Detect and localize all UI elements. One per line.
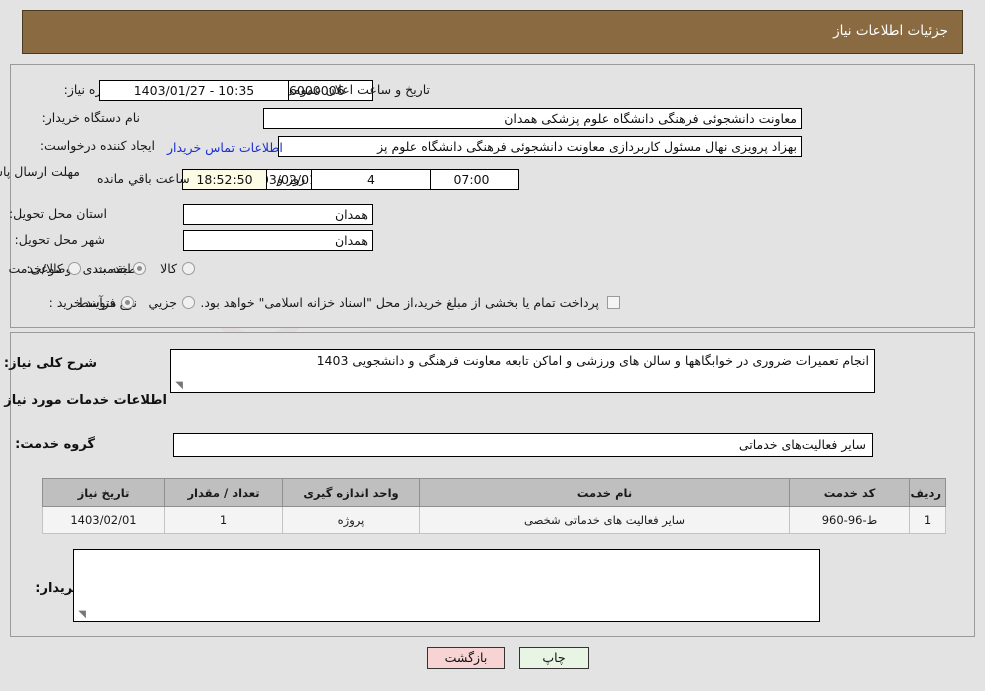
resize-grip-icon-notes[interactable]: ◥ xyxy=(76,610,86,620)
cell-unit: پروژه xyxy=(282,506,420,534)
process-type-radio-group: جزیي متوسط xyxy=(63,295,195,310)
buyer-org-label: نام دستگاه خریدار: xyxy=(41,110,140,125)
services-table: ردیف کد خدمت نام خدمت واحد اندازه گیری ت… xyxy=(42,478,946,534)
radio-motavasset[interactable] xyxy=(121,296,135,309)
radio-kala-khedmat-label: کالا/خدمت xyxy=(8,261,63,276)
table-row: 1 ط-96-960 سایر فعالیت های خدماتی شخصی پ… xyxy=(42,506,946,534)
radio-kala[interactable] xyxy=(182,262,195,275)
page-header: جزئیات اطلاعات نیاز xyxy=(22,10,963,54)
treasury-checkbox[interactable] xyxy=(607,296,620,309)
countdown-suffix-label: ساعت باقي مانده xyxy=(97,171,190,186)
table-header-row: ردیف کد خدمت نام خدمت واحد اندازه گیری ت… xyxy=(42,478,946,507)
th-unit: واحد اندازه گیری xyxy=(282,478,420,507)
description-textarea[interactable]: انجام تعمیرات ضروری در خوابگاهها و سالن … xyxy=(170,349,875,393)
description-label: شرح کلی نیاز: xyxy=(3,356,97,371)
radio-khedmat[interactable] xyxy=(133,262,147,275)
back-button[interactable]: بازگشت xyxy=(427,647,505,669)
radio-jozii[interactable] xyxy=(182,296,195,309)
deadline-label: مهلت ارسال پاسخ: تا تاریخ: xyxy=(0,164,80,179)
classification-radio-group: کالا خدمت کالا/خدمت xyxy=(0,261,195,276)
cell-row: 1 xyxy=(909,506,946,534)
service-group-value: سایر فعالیت‌های خدماتی xyxy=(173,433,873,457)
city-value: همدان xyxy=(183,230,373,251)
service-group-label: گروه خدمت: xyxy=(15,437,95,452)
treasury-note-label: پرداخت تمام یا بخشی از مبلغ خرید،از محل … xyxy=(200,295,599,310)
radio-jozii-label: جزیي xyxy=(148,295,177,310)
province-label-wrap: استان محل تحویل: xyxy=(5,206,107,221)
creator-label: ایجاد کننده درخواست: xyxy=(39,138,155,153)
buyer-org-label-wrap: نام دستگاه خریدار: xyxy=(38,110,140,125)
radio-motavasset-label: متوسط xyxy=(77,295,117,310)
public-announce-label-wrap: تاریخ و ساعت اعلان عمومی: xyxy=(275,82,430,97)
th-name: نام خدمت xyxy=(419,478,790,507)
countdown-timer: 18:52:50 xyxy=(182,169,267,190)
public-announce-value: 10:35 - 1403/01/27 xyxy=(99,80,289,101)
cell-code: ط-96-960 xyxy=(789,506,910,534)
page-title: جزئیات اطلاعات نیاز xyxy=(833,23,948,39)
th-code: کد خدمت xyxy=(789,478,910,507)
days-word-label: روز و xyxy=(277,171,306,186)
radio-khedmat-label: خدمت xyxy=(94,261,129,276)
buyer-org-value: معاونت دانشجوئی فرهنگی دانشگاه علوم پزشک… xyxy=(263,108,802,129)
days-remaining-value: 4 xyxy=(311,169,431,190)
treasury-note-wrap: پرداخت تمام یا بخشی از مبلغ خرید،از محل … xyxy=(200,295,620,310)
radio-kala-khedmat[interactable] xyxy=(67,262,81,275)
resize-grip-icon[interactable]: ◥ xyxy=(173,381,183,391)
description-value: انجام تعمیرات ضروری در خوابگاهها و سالن … xyxy=(316,353,869,368)
radio-kala-label: کالا xyxy=(160,261,177,276)
city-label-wrap: شهر محل تحویل: xyxy=(11,232,105,247)
buyer-contact-link[interactable]: اطلاعات تماس خریدار xyxy=(167,140,283,155)
need-info-panel xyxy=(10,64,975,328)
cell-name: سایر فعالیت های خدماتی شخصی xyxy=(419,506,790,534)
province-value: همدان xyxy=(183,204,373,225)
deadline-label-wrap: مهلت ارسال پاسخ: تا تاریخ: xyxy=(0,164,80,179)
public-announce-label: تاریخ و ساعت اعلان عمومی: xyxy=(279,82,430,97)
buyer-notes-textarea[interactable]: ◥ xyxy=(73,549,820,622)
deadline-time-value: 07:00 xyxy=(424,169,519,190)
th-row: ردیف xyxy=(909,478,946,507)
city-label: شهر محل تحویل: xyxy=(14,232,105,247)
creator-label-wrap: ایجاد کننده درخواست: xyxy=(36,138,155,153)
province-label: استان محل تحویل: xyxy=(8,206,107,221)
services-section-title: اطلاعات خدمات مورد نیاز xyxy=(4,393,167,408)
th-quantity: تعداد / مقدار xyxy=(164,478,283,507)
cell-quantity: 1 xyxy=(164,506,283,534)
cell-need-date: 1403/02/01 xyxy=(42,506,165,534)
th-need-date: تاریخ نیاز xyxy=(42,478,165,507)
print-button[interactable]: چاپ xyxy=(519,647,589,669)
creator-value: بهزاد پرویزی نهال مسئول کاربردازی معاونت… xyxy=(278,136,802,157)
